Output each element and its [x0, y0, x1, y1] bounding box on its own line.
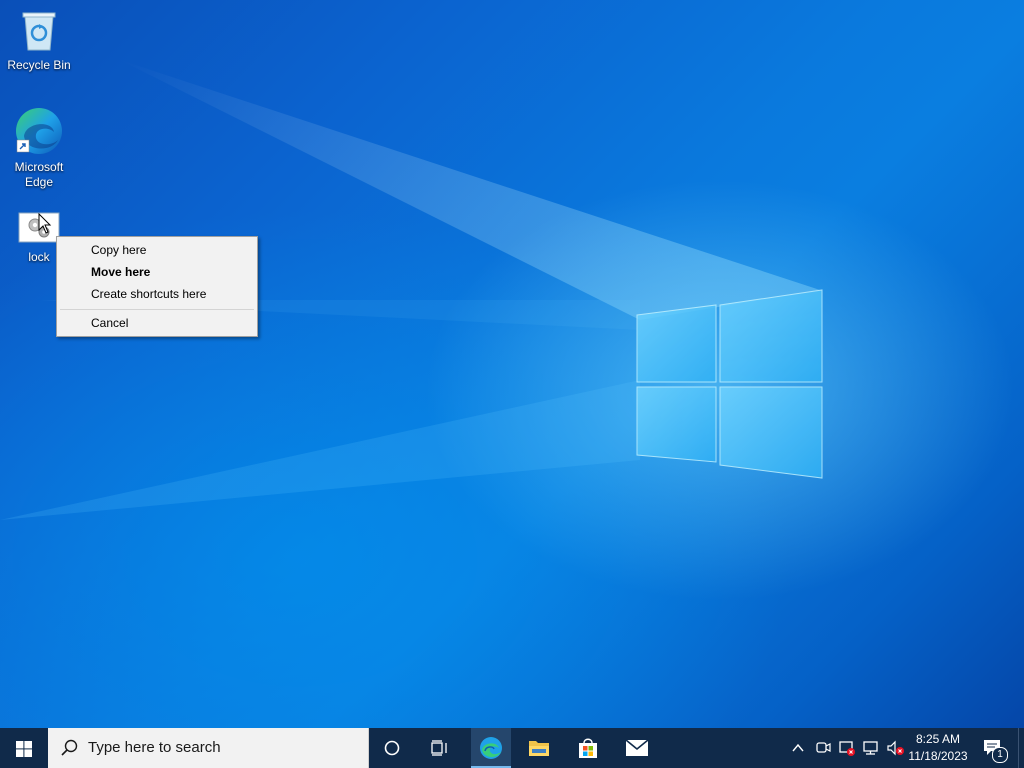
tray-security[interactable]	[836, 728, 858, 768]
network-icon	[863, 741, 878, 755]
menu-item-label: Create shortcuts here	[91, 287, 207, 301]
recycle-bin-icon	[22, 12, 56, 51]
microsoft-edge-icon	[16, 108, 62, 154]
taskbar-app-microsoft-edge[interactable]	[471, 728, 511, 768]
cortana-button[interactable]	[372, 728, 412, 768]
start-button[interactable]	[0, 728, 48, 768]
volume-muted-icon	[887, 740, 904, 756]
mail-icon	[625, 739, 649, 756]
action-center-button[interactable]: 1	[978, 728, 1012, 768]
folder-icon	[529, 741, 549, 756]
menu-item-move-here[interactable]: Move here	[57, 261, 257, 283]
tray-webcam[interactable]	[812, 728, 834, 768]
menu-item-label: Copy here	[91, 243, 147, 257]
cortana-icon	[384, 740, 400, 756]
microsoft-edge-icon	[480, 737, 502, 759]
mouse-cursor-icon	[38, 213, 52, 234]
taskbar-app-microsoft-store[interactable]	[568, 728, 608, 768]
security-warning-icon	[839, 741, 855, 756]
show-hidden-icons-button[interactable]	[788, 728, 808, 768]
desktop-icon-recycle-bin[interactable]: Recycle Bin	[3, 8, 75, 73]
tray-clock[interactable]: 8:25 AM 11/18/2023	[906, 728, 970, 768]
taskbar: Type here to search 8:25 AM 11/18/2023 1	[0, 728, 1024, 768]
taskbar-app-mail[interactable]	[617, 728, 657, 768]
menu-item-label: Cancel	[91, 316, 129, 330]
clock-time: 8:25 AM	[915, 732, 961, 746]
camera-icon	[816, 742, 831, 753]
drag-drop-context-menu: Copy here Move here Create shortcuts her…	[56, 236, 258, 337]
desktop-icon-label: Microsoft Edge	[14, 160, 64, 189]
windows-logo-icon	[16, 741, 32, 757]
notification-count: 1	[997, 749, 1003, 760]
menu-item-label: Move here	[91, 265, 151, 279]
search-icon	[61, 739, 78, 756]
show-desktop-button[interactable]	[1018, 728, 1024, 768]
taskbar-search-box[interactable]: Type here to search	[48, 728, 369, 768]
tray-volume[interactable]	[884, 728, 906, 768]
menu-item-cancel[interactable]: Cancel	[57, 312, 257, 334]
desktop[interactable]: Recycle Bin Microsoft Edge lock Copy her…	[0, 0, 1024, 728]
search-placeholder: Type here to search	[88, 739, 221, 756]
wallpaper	[0, 60, 823, 520]
task-view-icon	[431, 740, 447, 756]
notification-count-badge: 1	[992, 747, 1008, 763]
windows-logo-wallpaper	[636, 289, 823, 479]
menu-item-create-shortcuts-here[interactable]: Create shortcuts here	[57, 283, 257, 305]
task-view-button[interactable]	[420, 728, 460, 768]
menu-item-copy-here[interactable]: Copy here	[57, 239, 257, 261]
desktop-icon-label: Recycle Bin	[7, 58, 71, 72]
desktop-icon-microsoft-edge[interactable]: Microsoft Edge	[3, 106, 75, 190]
menu-separator	[60, 309, 254, 310]
clock-date: 11/18/2023	[908, 749, 968, 763]
store-bag-icon	[579, 738, 597, 758]
tray-network[interactable]	[860, 728, 882, 768]
chevron-up-icon	[792, 743, 804, 752]
taskbar-app-file-explorer[interactable]	[519, 728, 559, 768]
